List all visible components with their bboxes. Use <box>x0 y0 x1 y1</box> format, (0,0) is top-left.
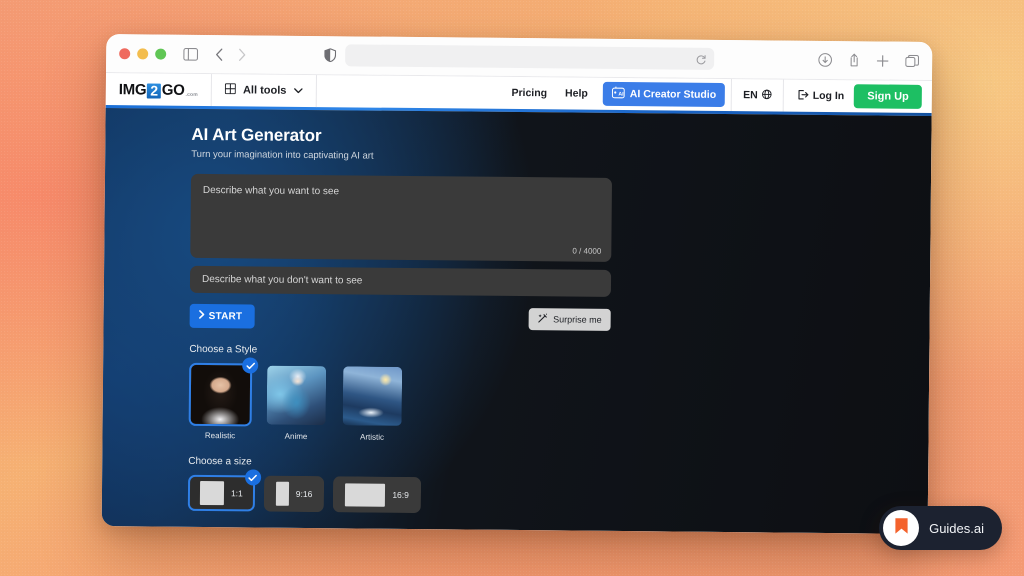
browser-nav-buttons <box>215 48 246 61</box>
all-tools-menu[interactable]: All tools <box>211 74 317 108</box>
selected-check-icon <box>242 357 259 374</box>
style-image-artistic <box>342 366 403 426</box>
size-options: 1:1 9:16 16:9 <box>187 469 928 518</box>
login-arrow-icon <box>798 89 809 102</box>
site-header-right: Pricing Help AI AI Creator Studio EN Log… <box>502 77 932 113</box>
pricing-link[interactable]: Pricing <box>502 77 556 110</box>
start-button-label: START <box>208 310 243 322</box>
size-label: 16:9 <box>392 489 409 500</box>
style-label: Anime <box>284 431 308 441</box>
bookmark-icon <box>894 517 909 540</box>
svg-text:AI: AI <box>618 92 624 98</box>
surprise-me-label: Surprise me <box>553 314 602 325</box>
globe-icon <box>761 89 772 102</box>
ai-badge-icon: AI <box>611 86 625 102</box>
share-icon[interactable] <box>848 53 860 67</box>
logo-img: IMG <box>118 80 147 98</box>
logo-2: 2 <box>147 82 161 99</box>
signup-button[interactable]: Sign Up <box>854 84 922 109</box>
size-option-9-16[interactable]: 9:16 <box>263 475 325 513</box>
address-input[interactable] <box>345 44 715 70</box>
negative-prompt-placeholder: Describe what you don't want to see <box>201 273 363 287</box>
desktop-background: IMG 2 GO .com All tools Pricing Help AI … <box>0 0 1024 576</box>
help-link[interactable]: Help <box>556 77 597 109</box>
guides-icon-circle <box>883 510 920 546</box>
style-image-realistic <box>190 364 251 425</box>
magic-wand-icon <box>538 313 548 325</box>
new-tab-icon[interactable] <box>876 54 889 67</box>
action-row: START Surprise me <box>189 303 611 332</box>
style-options: Realistic Anime Artistic <box>188 357 929 447</box>
style-label: Realistic <box>204 431 236 441</box>
style-option-realistic[interactable]: Realistic <box>188 357 259 441</box>
page-title: AI Art Generator <box>191 124 322 146</box>
login-button[interactable]: Log In <box>784 80 855 113</box>
forward-button[interactable] <box>238 48 246 61</box>
download-icon[interactable] <box>818 53 832 67</box>
size-option-16-9[interactable]: 16:9 <box>333 476 422 514</box>
size-label: 1:1 <box>230 488 243 499</box>
character-counter: 0 / 4000 <box>572 246 602 256</box>
size-swatch <box>199 480 225 506</box>
size-chip[interactable]: 16:9 <box>333 476 422 514</box>
language-label: EN <box>743 89 758 102</box>
style-option-artistic[interactable]: Artistic <box>340 364 404 442</box>
chevron-right-icon <box>199 310 205 322</box>
maximize-window-button[interactable] <box>155 48 167 60</box>
browser-chrome <box>106 34 933 80</box>
login-label: Log In <box>812 89 845 103</box>
style-section-label: Choose a Style <box>189 343 258 356</box>
reload-icon[interactable] <box>696 53 706 64</box>
surprise-me-button[interactable]: Surprise me <box>529 308 611 331</box>
chevron-down-icon <box>293 85 303 97</box>
tab-overview-icon[interactable] <box>905 54 920 67</box>
window-traffic-lights <box>119 47 167 60</box>
browser-window: IMG 2 GO .com All tools Pricing Help AI … <box>101 34 933 534</box>
browser-toolbar-right <box>818 53 920 68</box>
size-option-1-1[interactable]: 1:1 <box>187 469 262 512</box>
style-option-anime[interactable]: Anime <box>264 364 328 442</box>
style-image-anime <box>266 365 327 426</box>
prompt-textarea[interactable]: Describe what you want to see 0 / 4000 <box>190 173 613 262</box>
prompt-placeholder: Describe what you want to see <box>202 184 340 198</box>
size-swatch <box>345 482 386 507</box>
ai-creator-studio-button[interactable]: AI AI Creator Studio <box>602 81 726 107</box>
shield-icon[interactable] <box>324 48 337 63</box>
style-thumbnail[interactable] <box>265 364 329 428</box>
address-bar-container <box>324 44 715 70</box>
style-thumbnail[interactable] <box>188 362 253 427</box>
logo-go: GO <box>161 81 185 99</box>
site-logo[interactable]: IMG 2 GO .com <box>105 73 213 107</box>
sidebar-icon[interactable] <box>183 47 199 61</box>
negative-prompt-input[interactable]: Describe what you don't want to see <box>189 265 612 297</box>
size-chip[interactable]: 9:16 <box>263 475 325 513</box>
guides-label: Guides.ai <box>929 520 984 536</box>
start-button[interactable]: START <box>189 303 255 329</box>
address-text <box>353 55 696 58</box>
size-swatch <box>275 481 289 506</box>
all-tools-label: All tools <box>242 84 287 97</box>
page-subtitle: Turn your imagination into captivating A… <box>191 148 374 162</box>
size-label: 9:16 <box>295 488 313 500</box>
guides-ai-widget[interactable]: Guides.ai <box>879 506 1002 550</box>
style-label: Artistic <box>359 432 385 442</box>
back-button[interactable] <box>215 48 223 61</box>
close-window-button[interactable] <box>119 47 131 59</box>
grid-icon <box>224 83 237 97</box>
logo-dotcom: .com <box>185 91 199 98</box>
selected-check-icon <box>244 469 262 486</box>
ai-creator-studio-label: AI Creator Studio <box>629 88 717 101</box>
size-section-label: Choose a size <box>188 455 252 468</box>
minimize-window-button[interactable] <box>137 47 149 59</box>
ai-art-generator-page: AI Art Generator Turn your imagination i… <box>101 108 932 534</box>
language-selector[interactable]: EN <box>731 79 784 112</box>
style-thumbnail[interactable] <box>341 364 405 428</box>
